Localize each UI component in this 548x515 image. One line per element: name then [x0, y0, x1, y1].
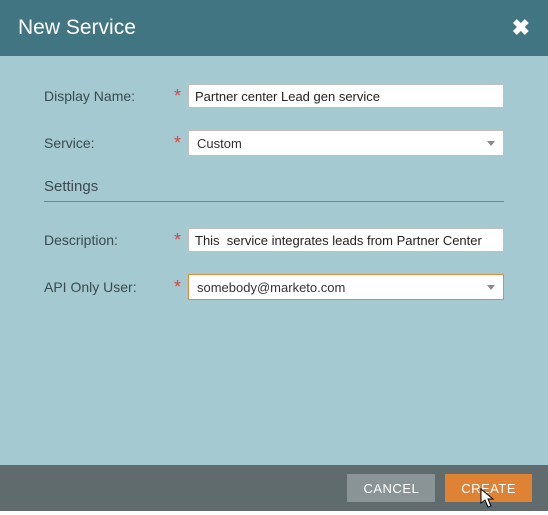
row-service: Service: * Custom	[44, 130, 504, 156]
required-icon: *	[174, 87, 188, 105]
section-divider	[44, 201, 504, 202]
service-select-value: Custom	[197, 136, 487, 151]
label-description: Description:	[44, 232, 174, 248]
chevron-down-icon	[487, 285, 495, 290]
row-description: Description: *	[44, 228, 504, 252]
section-heading-settings: Settings	[44, 178, 504, 195]
required-icon: *	[174, 134, 188, 152]
display-name-input[interactable]	[188, 84, 504, 108]
required-icon: *	[174, 231, 188, 249]
cancel-button[interactable]: CANCEL	[347, 474, 435, 502]
dialog-body: Display Name: * Service: * Custom Settin…	[0, 56, 548, 465]
close-icon[interactable]: ✖	[512, 17, 530, 39]
description-input[interactable]	[188, 228, 504, 252]
api-user-select-value: somebody@marketo.com	[197, 280, 487, 295]
label-display-name: Display Name:	[44, 88, 174, 104]
dialog-footer: CANCEL CREATE	[0, 465, 548, 511]
row-display-name: Display Name: *	[44, 84, 504, 108]
required-icon: *	[174, 278, 188, 296]
api-user-select[interactable]: somebody@marketo.com	[188, 274, 504, 300]
label-service: Service:	[44, 135, 174, 151]
dialog-title: New Service	[18, 16, 136, 40]
create-button[interactable]: CREATE	[445, 474, 532, 502]
label-api-user: API Only User:	[44, 279, 174, 295]
new-service-dialog: New Service ✖ Display Name: * Service: *…	[0, 0, 548, 511]
dialog-header: New Service ✖	[0, 0, 548, 56]
chevron-down-icon	[487, 141, 495, 146]
row-api-user: API Only User: * somebody@marketo.com	[44, 274, 504, 300]
service-select[interactable]: Custom	[188, 130, 504, 156]
